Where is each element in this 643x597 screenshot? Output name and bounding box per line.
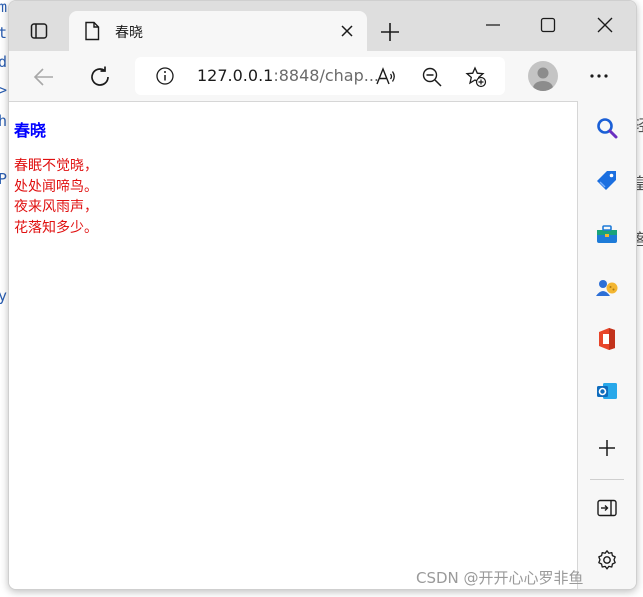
games-icon <box>596 280 618 296</box>
url-text[interactable]: 127.0.0.1:8848/chap... <box>197 66 379 85</box>
navigation-toolbar: 127.0.0.1:8848/chap... <box>9 51 636 101</box>
shopping-tag-icon <box>597 171 616 190</box>
url-host: 127.0.0.1 <box>197 66 274 85</box>
url-path: :8848/chap... <box>273 66 379 85</box>
zoom-out-icon[interactable] <box>421 66 443 88</box>
minimize-icon[interactable] <box>483 15 503 35</box>
refresh-icon <box>91 66 109 86</box>
editor-glyph: m <box>0 0 8 16</box>
tab-actions-icon <box>30 23 48 39</box>
profile-icon <box>533 67 553 91</box>
read-aloud-icon[interactable] <box>375 66 397 88</box>
plus-icon <box>599 440 615 456</box>
sidebar-tools-button[interactable] <box>594 222 620 248</box>
refresh-button[interactable] <box>87 64 113 90</box>
more-icon[interactable] <box>587 64 611 88</box>
hide-sidebar-icon <box>597 499 617 517</box>
watermark: CSDN @开开心心罗非鱼 <box>416 569 584 587</box>
poem-line: 夜来风雨声， <box>14 199 98 215</box>
edge-sidebar <box>578 101 636 589</box>
editor-glyph: t <box>0 24 8 42</box>
search-icon <box>597 118 618 139</box>
editor-glyph: h <box>0 112 8 130</box>
sidebar-hide-button[interactable] <box>594 495 620 521</box>
close-icon[interactable] <box>595 15 615 35</box>
sidebar-search-button[interactable] <box>594 115 620 141</box>
poem-line: 处处闻啼鸟。 <box>14 178 98 195</box>
poem-line: 春眠不觉晓， <box>14 158 98 174</box>
settings-icon <box>598 550 616 570</box>
title-bar: 春晓 <box>9 1 636 51</box>
sidebar-games-button[interactable] <box>594 275 620 301</box>
active-tab[interactable]: 春晓 <box>69 11 367 51</box>
editor-glyph: y <box>0 287 8 305</box>
plus-icon[interactable] <box>379 21 401 43</box>
profile-avatar[interactable] <box>528 61 558 91</box>
tab-actions-button[interactable] <box>21 15 57 47</box>
poem: 春眠不觉晓， 处处闻啼鸟。 夜来风雨声， 花落知多少。 <box>14 156 98 238</box>
poem-line: 花落知多少。 <box>14 219 98 236</box>
page-icon <box>85 21 100 41</box>
editor-glyph: > <box>0 81 8 99</box>
sidebar-outlook-button[interactable] <box>594 378 620 404</box>
office-icon <box>599 328 615 350</box>
maximize-icon[interactable] <box>538 15 558 35</box>
add-favorite-icon[interactable] <box>465 66 487 88</box>
sidebar-settings-button[interactable] <box>594 547 620 573</box>
sidebar-divider <box>590 479 624 480</box>
info-icon[interactable] <box>155 66 175 86</box>
back-button[interactable] <box>31 64 57 90</box>
sidebar-office-button[interactable] <box>594 326 620 352</box>
tab-title: 春晓 <box>115 25 143 41</box>
page-viewport: 春晓 春眠不觉晓， 处处闻啼鸟。 夜来风雨声， 花落知多少。 <box>9 101 578 589</box>
editor-glyph: d <box>0 53 8 71</box>
browser-window: 春晓 127.0.0.1:8848/chap... 春晓 春眠不觉晓， 处处闻啼… <box>8 0 637 590</box>
address-bar[interactable]: 127.0.0.1:8848/chap... <box>135 57 505 95</box>
back-arrow-icon <box>33 68 53 86</box>
sidebar-add-button[interactable] <box>594 435 620 461</box>
tools-icon <box>597 225 617 243</box>
editor-glyph: P <box>0 170 8 188</box>
outlook-icon <box>597 383 617 399</box>
page-heading: 春晓 <box>14 121 47 140</box>
sidebar-shopping-button[interactable] <box>594 167 620 193</box>
close-icon[interactable] <box>339 23 355 39</box>
